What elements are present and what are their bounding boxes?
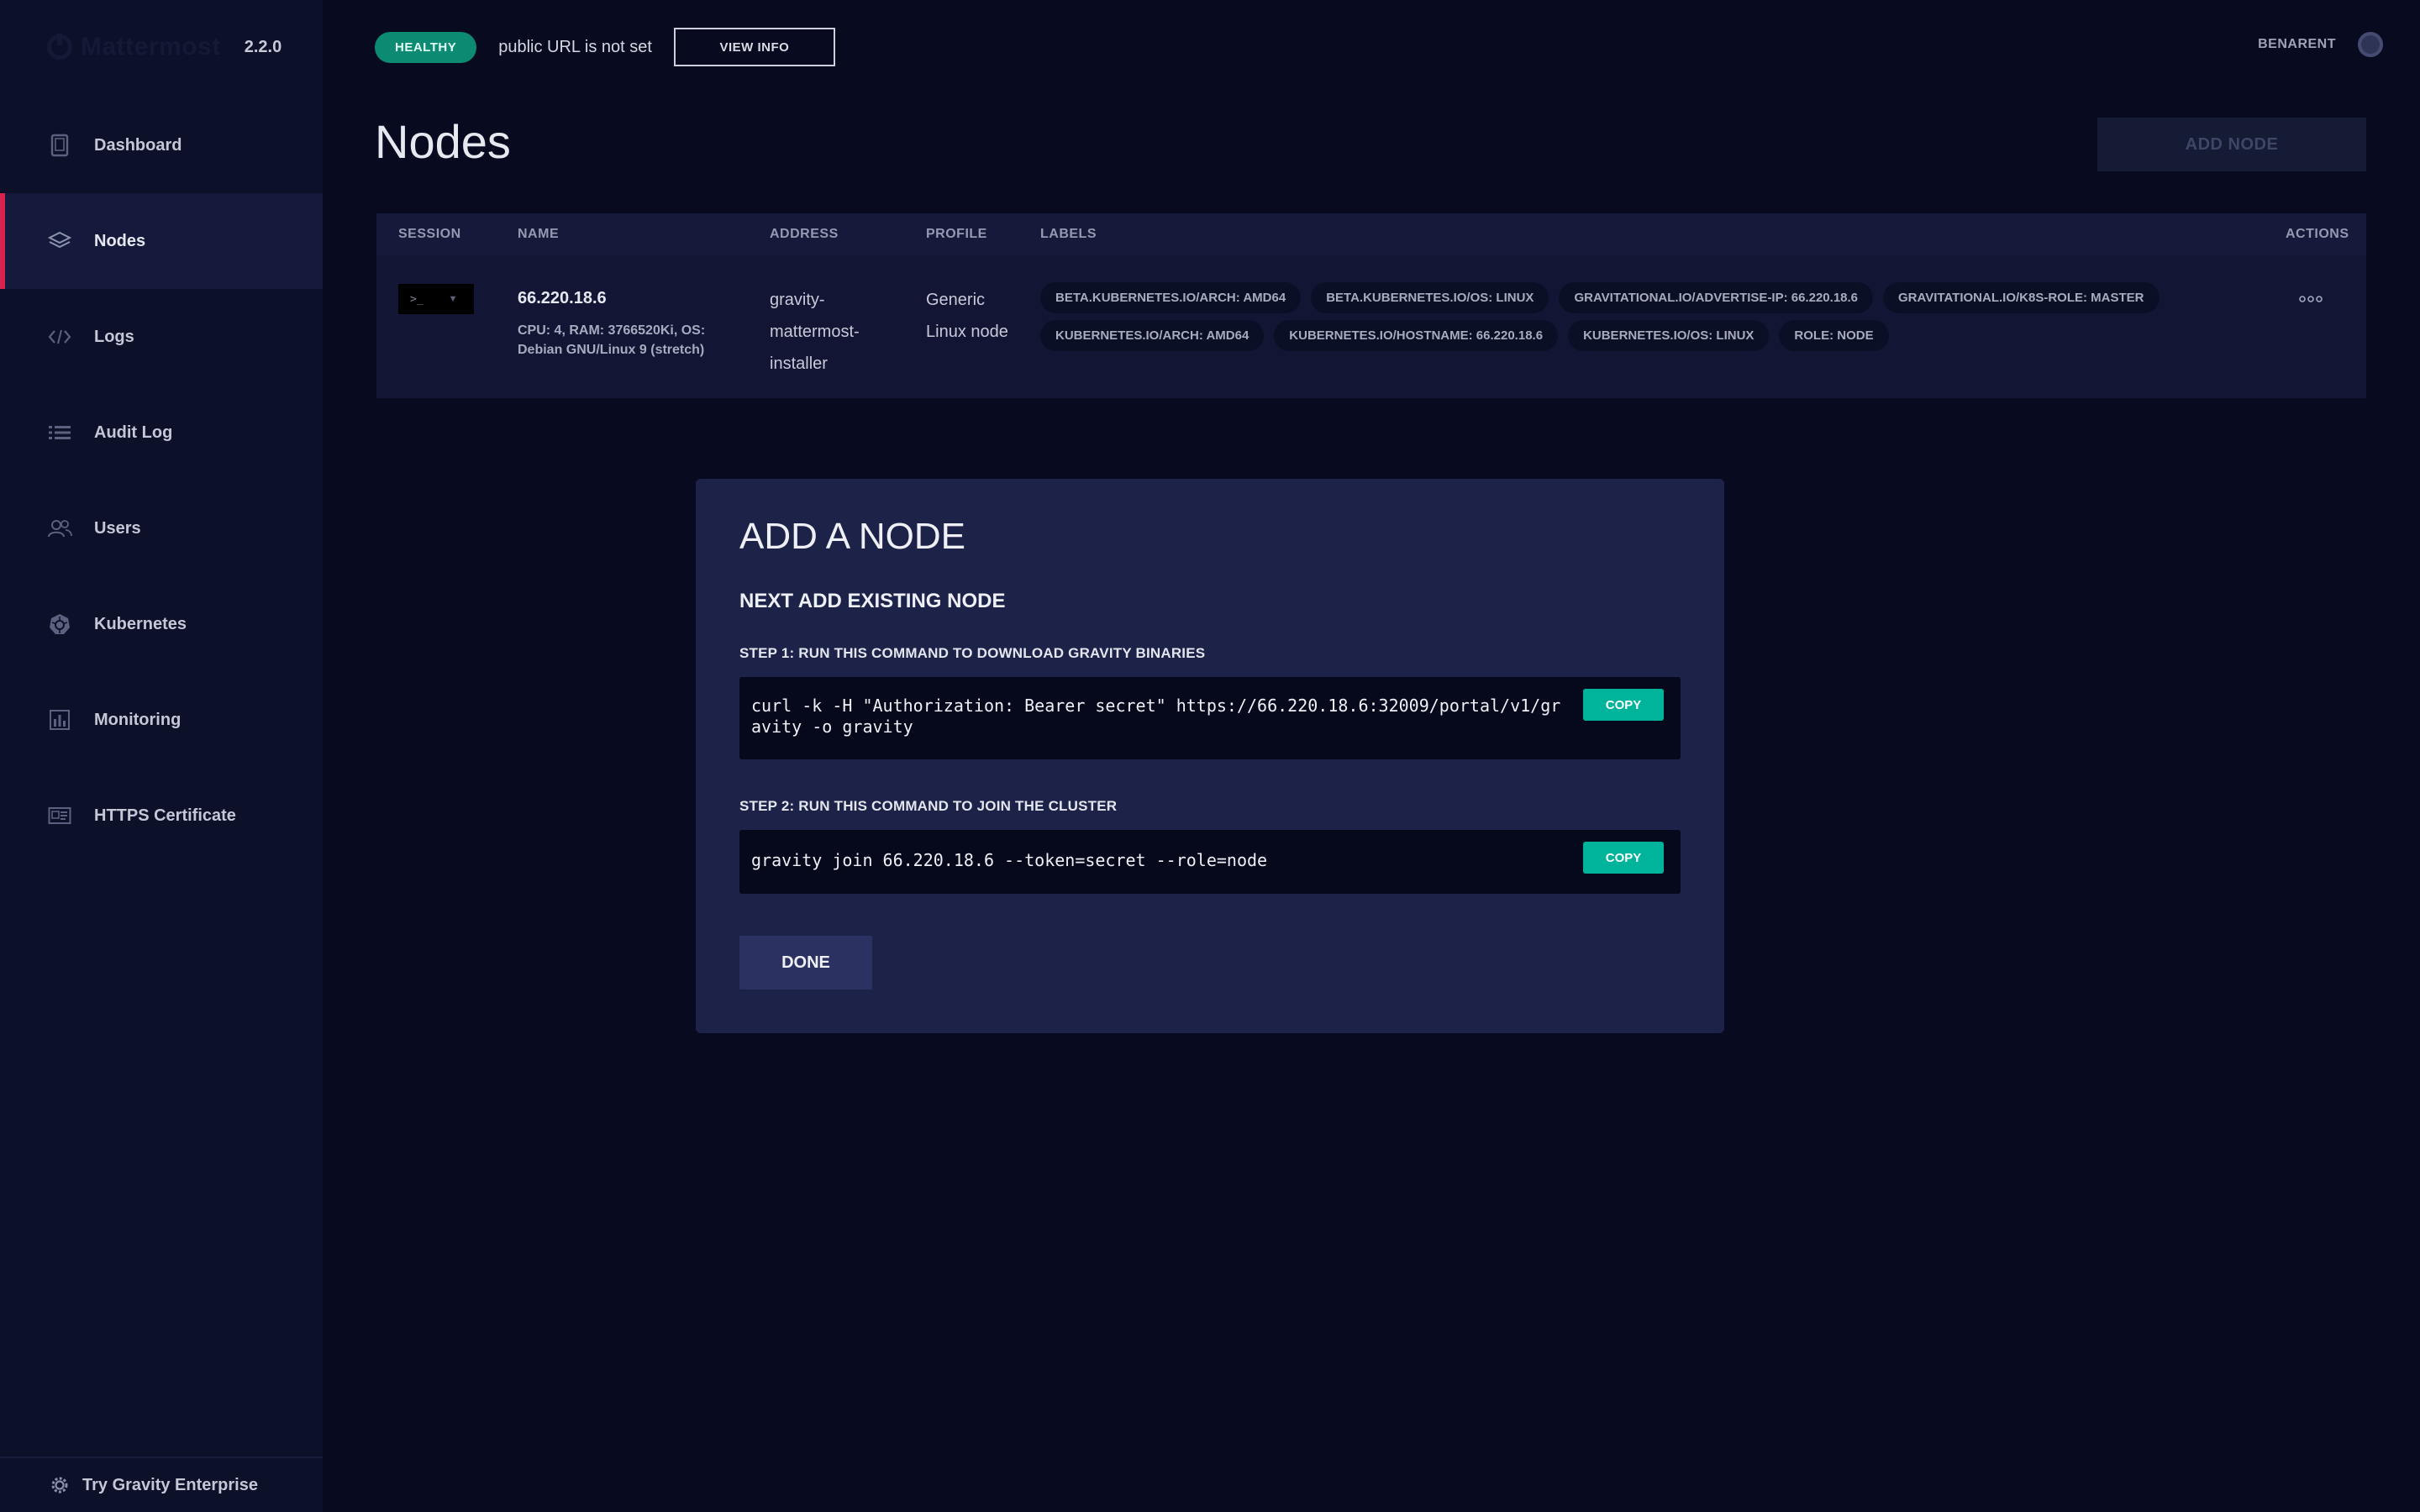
brand-version: 2.2.0: [244, 37, 282, 56]
users-icon: [47, 516, 72, 541]
sidebar-item-dashboard[interactable]: Dashboard: [0, 97, 323, 193]
done-button[interactable]: DONE: [739, 936, 872, 990]
nodes-table: SESSION NAME ADDRESS PROFILE LABELS ACTI…: [376, 213, 2366, 398]
sidebar-item-label: Users: [94, 518, 141, 538]
label-chip: BETA.KUBERNETES.IO/ARCH: AMD64: [1040, 282, 1302, 313]
label-chip: GRAVITATIONAL.IO/K8S-ROLE: MASTER: [1883, 282, 2160, 313]
page-title: Nodes: [375, 115, 511, 168]
brand: Mattermost 2.2.0: [47, 29, 281, 66]
dialog-title: ADD A NODE: [739, 516, 965, 557]
step1-title: STEP 1: RUN THIS COMMAND TO DOWNLOAD GRA…: [739, 645, 1206, 661]
layers-icon: [47, 228, 72, 254]
try-gravity-enterprise-label: Try Gravity Enterprise: [82, 1475, 258, 1494]
sidebar-item-users[interactable]: Users: [0, 480, 323, 576]
avatar[interactable]: [2358, 32, 2383, 57]
sidebar-item-https-certificate[interactable]: HTTPS Certificate: [0, 768, 323, 864]
code-icon: [47, 324, 72, 349]
user-name[interactable]: BENARENT: [2258, 37, 2336, 52]
label-chip: KUBERNETES.IO/ARCH: AMD64: [1040, 320, 1265, 351]
step2-title: STEP 2: RUN THIS COMMAND TO JOIN THE CLU…: [739, 798, 1118, 814]
copy-step1-button[interactable]: COPY: [1583, 689, 1664, 721]
node-labels: BETA.KUBERNETES.IO/ARCH: AMD64 BETA.KUBE…: [1040, 282, 2250, 358]
public-url-status: public URL is not set: [498, 37, 652, 56]
certificate-icon: [47, 803, 72, 828]
more-horizontal-icon: [2299, 296, 2323, 302]
label-chip: KUBERNETES.IO/HOSTNAME: 66.220.18.6: [1274, 320, 1559, 351]
sidebar-item-audit-log[interactable]: Audit Log: [0, 385, 323, 480]
bar-chart-icon: [47, 707, 72, 732]
sidebar-item-label: Nodes: [94, 231, 146, 250]
gear-icon: [47, 1473, 72, 1498]
chevron-down-icon: ▼: [448, 294, 458, 304]
sidebar-item-label: Kubernetes: [94, 614, 187, 633]
sidebar-nav: Dashboard Nodes Logs Audit Log Users Kub…: [0, 97, 323, 864]
kubernetes-icon: [47, 612, 72, 637]
list-icon: [47, 420, 72, 445]
sidebar-item-label: Logs: [94, 327, 134, 346]
mattermost-logo-icon: [47, 34, 72, 60]
node-details: CPU: 4, RAM: 3766520Ki, OS: Debian GNU/L…: [518, 323, 706, 357]
ssh-session-button[interactable]: >_ ▼: [398, 284, 474, 314]
label-chip: KUBERNETES.IO/OS: LINUX: [1568, 320, 1770, 351]
sidebar-item-label: Monitoring: [94, 710, 182, 729]
step1-command-box: curl -k -H "Authorization: Bearer secret…: [739, 677, 1681, 759]
user-menu[interactable]: BENARENT: [2258, 32, 2383, 57]
label-chip: ROLE: NODE: [1779, 320, 1889, 351]
sidebar-item-label: Dashboard: [94, 135, 182, 155]
node-address: gravity-mattermost-installer: [770, 291, 860, 373]
add-node-dialog: ADD A NODE NEXT ADD EXISTING NODE STEP 1…: [696, 479, 1724, 1033]
status-bar: HEALTHY public URL is not set VIEW INFO: [375, 27, 835, 67]
dialog-subtitle: NEXT ADD EXISTING NODE: [739, 590, 1006, 612]
status-badge: HEALTHY: [375, 31, 477, 63]
sidebar-item-logs[interactable]: Logs: [0, 289, 323, 385]
terminal-prompt-icon: >_: [410, 292, 424, 306]
sidebar-item-nodes[interactable]: Nodes: [0, 193, 323, 289]
step2-command[interactable]: gravity join 66.220.18.6 --token=secret …: [751, 850, 1566, 871]
step2-command-box: gravity join 66.220.18.6 --token=secret …: [739, 830, 1681, 894]
copy-step2-button[interactable]: COPY: [1583, 842, 1664, 874]
step1-command[interactable]: curl -k -H "Authorization: Bearer secret…: [751, 696, 1566, 738]
sidebar-item-kubernetes[interactable]: Kubernetes: [0, 576, 323, 672]
sidebar-item-monitoring[interactable]: Monitoring: [0, 672, 323, 768]
sidebar-item-label: HTTPS Certificate: [94, 806, 236, 825]
node-name: 66.220.18.6: [518, 289, 607, 307]
sidebar-item-label: Audit Log: [94, 423, 173, 442]
node-profile: Generic Linux node: [926, 291, 1008, 341]
tablet-icon: [47, 133, 72, 158]
brand-name: Mattermost: [81, 33, 221, 60]
view-info-button[interactable]: VIEW INFO: [673, 28, 835, 66]
label-chip: GRAVITATIONAL.IO/ADVERTISE-IP: 66.220.18…: [1559, 282, 1874, 313]
row-actions-button[interactable]: [2294, 291, 2328, 307]
label-chip: BETA.KUBERNETES.IO/OS: LINUX: [1311, 282, 1549, 313]
add-node-button[interactable]: ADD NODE: [2097, 118, 2366, 171]
sidebar: Mattermost 2.2.0 Dashboard Nodes Logs Au…: [0, 0, 323, 1512]
try-gravity-enterprise-link[interactable]: Try Gravity Enterprise: [0, 1457, 323, 1512]
table-row: >_ ▼ 66.220.18.6 CPU: 4, RAM: 3766520Ki,…: [376, 213, 2366, 373]
